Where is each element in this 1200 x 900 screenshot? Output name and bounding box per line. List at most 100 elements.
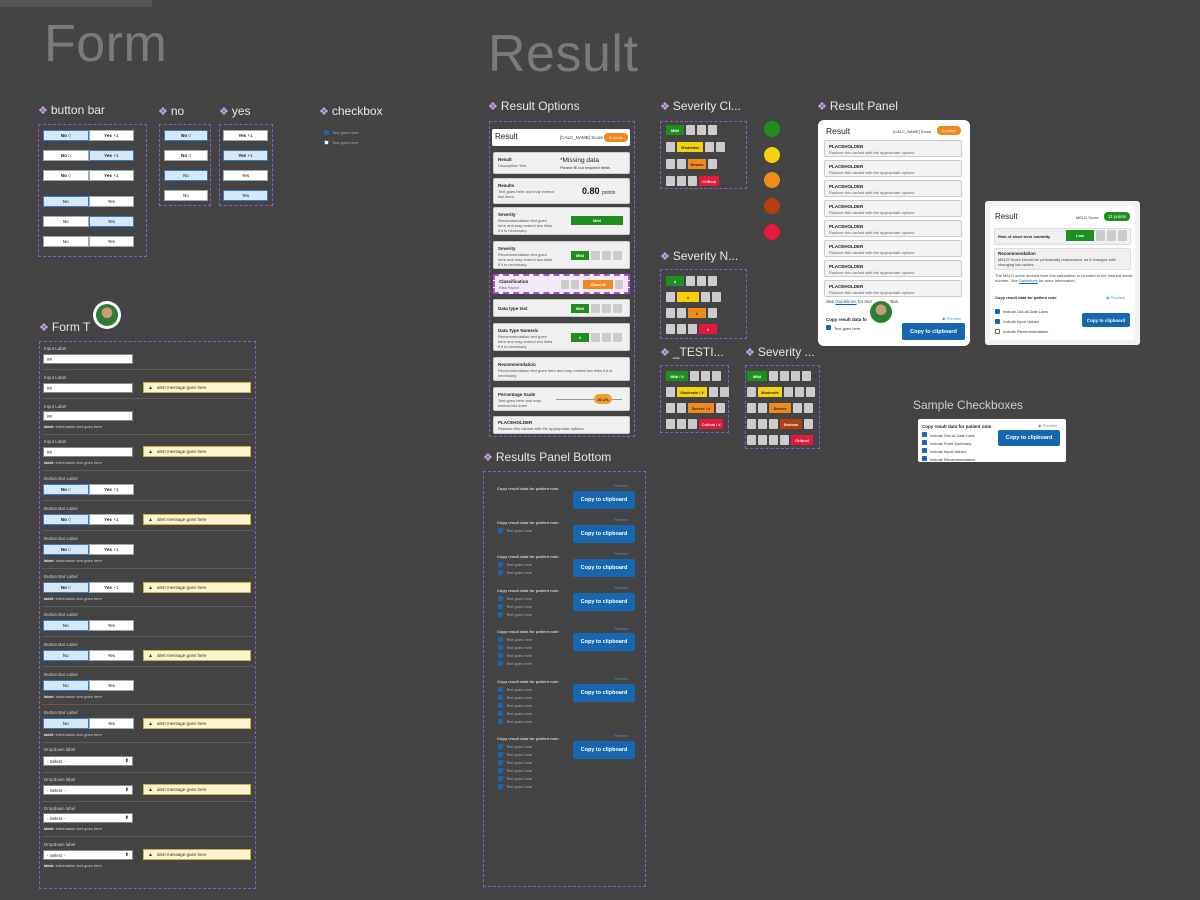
yes-button-3[interactable]: Yes (223, 170, 268, 181)
preview-link[interactable]: Preview (614, 676, 628, 681)
no-button-3[interactable]: No (164, 170, 208, 181)
no-option[interactable]: No (43, 620, 89, 631)
checkbox-checked[interactable] (324, 130, 329, 135)
sample-checkbox[interactable] (922, 432, 927, 437)
no-option[interactable]: No (43, 196, 89, 207)
number-input[interactable]: ## (43, 383, 133, 393)
guidelines-link[interactable]: Guidelines (835, 299, 856, 304)
copy-to-clipboard-button[interactable]: Copy to clipboard (573, 491, 635, 509)
button-bar-4[interactable]: No Yes (43, 196, 134, 207)
yes-option[interactable]: Yes +1 (223, 150, 268, 161)
copy-to-clipboard-button[interactable]: Copy to clipboard (573, 593, 635, 611)
checkbox-unchecked[interactable] (324, 140, 329, 145)
number-input[interactable]: ## (43, 354, 133, 364)
copy-checkbox[interactable] (498, 637, 503, 642)
copy-checkbox[interactable] (498, 695, 503, 700)
form-button-bar[interactable]: No 0 Yes +1 (43, 514, 134, 525)
preview-link[interactable]: Preview (614, 483, 628, 488)
button-bar-6[interactable]: No Yes (43, 236, 134, 247)
copy-checkbox[interactable] (498, 562, 503, 567)
panel-preview-link[interactable]: ◉ Preview (942, 316, 961, 321)
meld-checkbox[interactable] (995, 329, 1000, 334)
yes-option[interactable]: Yes +1 (223, 130, 268, 141)
form-button-bar[interactable]: No Yes (43, 650, 134, 661)
sample-checkbox[interactable] (922, 456, 927, 461)
no-option[interactable]: No (43, 718, 89, 729)
yes-option[interactable]: Yes +1 (88, 582, 134, 593)
no-option[interactable]: No 0 (164, 130, 208, 141)
yes-button-4[interactable]: Yes (223, 190, 268, 201)
copy-to-clipboard-button[interactable]: Copy to clipboard (573, 741, 635, 759)
copy-to-clipboard-button[interactable]: Copy to clipboard (902, 323, 965, 340)
copy-checkbox[interactable] (498, 645, 503, 650)
copy-to-clipboard-button[interactable]: Copy to clipboard (573, 633, 635, 651)
no-option[interactable]: No 0 (164, 150, 208, 161)
yes-option[interactable]: Yes +1 (88, 544, 134, 555)
no-option[interactable]: No 0 (43, 484, 89, 495)
no-option[interactable]: No (43, 680, 89, 691)
no-option[interactable]: No 0 (43, 170, 89, 181)
no-option[interactable]: No (164, 170, 208, 181)
copy-checkbox[interactable] (498, 711, 503, 716)
form-button-bar[interactable]: No 0 Yes +1 (43, 544, 134, 555)
yes-option[interactable]: Yes (88, 680, 134, 691)
copy-checkbox[interactable] (498, 744, 503, 749)
copy-checkbox[interactable] (498, 784, 503, 789)
preview-link[interactable]: Preview (614, 626, 628, 631)
meld-checkbox[interactable] (995, 319, 1000, 324)
yes-button-2[interactable]: Yes +1 (223, 150, 268, 161)
dropdown-select[interactable]: - Select - (43, 813, 133, 823)
copy-checkbox[interactable] (498, 661, 503, 666)
yes-option[interactable]: Yes +1 (88, 130, 134, 141)
sample-checkbox[interactable] (922, 440, 927, 445)
panel-checkbox[interactable] (826, 325, 831, 330)
no-option[interactable]: No 0 (43, 150, 89, 161)
number-input[interactable]: ## (43, 411, 133, 421)
sample-copy-button[interactable]: Copy to clipboard (998, 430, 1060, 446)
no-option[interactable]: No (43, 236, 89, 247)
copy-checkbox[interactable] (498, 719, 503, 724)
yes-option[interactable]: Yes (223, 170, 268, 181)
form-button-bar[interactable]: No 0 Yes +1 (43, 484, 134, 495)
no-option[interactable]: No 0 (43, 544, 89, 555)
copy-checkbox[interactable] (498, 596, 503, 601)
form-button-bar[interactable]: No Yes (43, 718, 134, 729)
yes-option[interactable]: Yes (88, 650, 134, 661)
no-button-1[interactable]: No 0 (164, 130, 208, 141)
copy-to-clipboard-button[interactable]: Copy to clipboard (573, 525, 635, 543)
sample-checkbox[interactable] (922, 448, 927, 453)
preview-link[interactable]: Preview (614, 551, 628, 556)
no-option[interactable]: No 0 (43, 130, 89, 141)
no-option[interactable]: No 0 (43, 514, 89, 525)
yes-option[interactable]: Yes (88, 216, 134, 227)
yes-option[interactable]: Yes +1 (88, 150, 134, 161)
copy-checkbox[interactable] (498, 768, 503, 773)
dropdown-select[interactable]: - Select - (43, 850, 133, 860)
form-button-bar[interactable]: No Yes (43, 680, 134, 691)
number-input[interactable]: ## (43, 447, 133, 457)
no-button-4[interactable]: No (164, 190, 208, 201)
yes-option[interactable]: Yes +1 (88, 170, 134, 181)
dropdown-select[interactable]: - Select - (43, 785, 133, 795)
yes-button-1[interactable]: Yes +1 (223, 130, 268, 141)
meld-guidelines-link[interactable]: Guidelines (1019, 278, 1038, 283)
yes-option[interactable]: Yes (223, 190, 268, 201)
no-option[interactable]: No (43, 650, 89, 661)
button-bar-3[interactable]: No 0 Yes +1 (43, 170, 134, 181)
preview-link[interactable]: Preview (614, 733, 628, 738)
copy-checkbox[interactable] (498, 570, 503, 575)
copy-checkbox[interactable] (498, 752, 503, 757)
copy-to-clipboard-button[interactable]: Copy to clipboard (573, 684, 635, 702)
preview-link[interactable]: Preview (614, 585, 628, 590)
button-bar-5[interactable]: No Yes (43, 216, 134, 227)
yes-option[interactable]: Yes +1 (88, 514, 134, 525)
copy-checkbox[interactable] (498, 776, 503, 781)
yes-option[interactable]: Yes (88, 236, 134, 247)
no-button-2[interactable]: No 0 (164, 150, 208, 161)
no-option[interactable]: No (43, 216, 89, 227)
meld-checkbox[interactable] (995, 309, 1000, 314)
yes-option[interactable]: Yes (88, 718, 134, 729)
no-option[interactable]: No (164, 190, 208, 201)
yes-option[interactable]: Yes (88, 196, 134, 207)
yes-option[interactable]: Yes +1 (88, 484, 134, 495)
